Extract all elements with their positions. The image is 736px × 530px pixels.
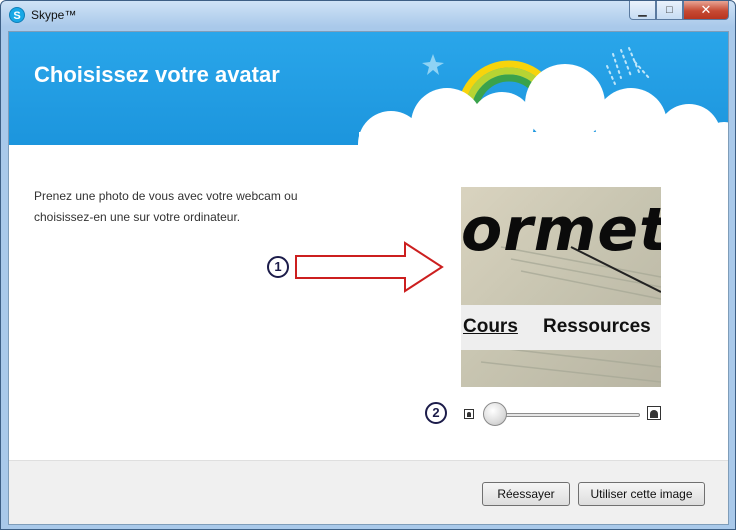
avatar-text-word: ormett: [461, 195, 661, 265]
use-image-button[interactable]: Utiliser cette image: [578, 482, 705, 506]
maximize-button[interactable]: □: [656, 1, 683, 20]
zoom-slider-thumb[interactable]: [483, 402, 507, 426]
dialog-content: Choisissez votre avatar Prenez une photo…: [8, 31, 729, 525]
window-controls: ▁ □ ✕: [629, 1, 729, 21]
avatar-preview[interactable]: ormett Cours Ressources: [461, 187, 661, 387]
callout-marker-1: 1: [267, 256, 289, 278]
dialog-title: Choisissez votre avatar: [34, 62, 280, 87]
window-title: Skype™: [31, 8, 77, 22]
header-banner: Choisissez votre avatar: [9, 32, 728, 145]
avatar-text-cours: Cours: [463, 316, 518, 337]
zoom-out-icon[interactable]: [464, 409, 474, 419]
avatar-text-ressources: Ressources: [543, 316, 651, 337]
callout-marker-2: 2: [425, 402, 447, 424]
zoom-in-icon[interactable]: [647, 406, 661, 420]
close-button[interactable]: ✕: [683, 1, 729, 20]
zoom-slider-track[interactable]: [487, 413, 640, 417]
retry-button[interactable]: Réessayer: [482, 482, 570, 506]
red-arrow-icon: [295, 241, 444, 293]
skype-logo-icon: S: [9, 7, 25, 23]
clouds-rainbow-illustration: [358, 47, 728, 145]
dialog-footer: Réessayer Utiliser cette image: [9, 460, 728, 524]
minimize-button[interactable]: ▁: [629, 1, 656, 20]
skype-window: S Skype™ ▁ □ ✕ Choisissez votre avatar P…: [0, 0, 736, 530]
instruction-text: Prenez une photo de vous avec votre webc…: [34, 189, 298, 224]
title-bar[interactable]: S Skype™ ▁ □ ✕: [1, 1, 735, 27]
